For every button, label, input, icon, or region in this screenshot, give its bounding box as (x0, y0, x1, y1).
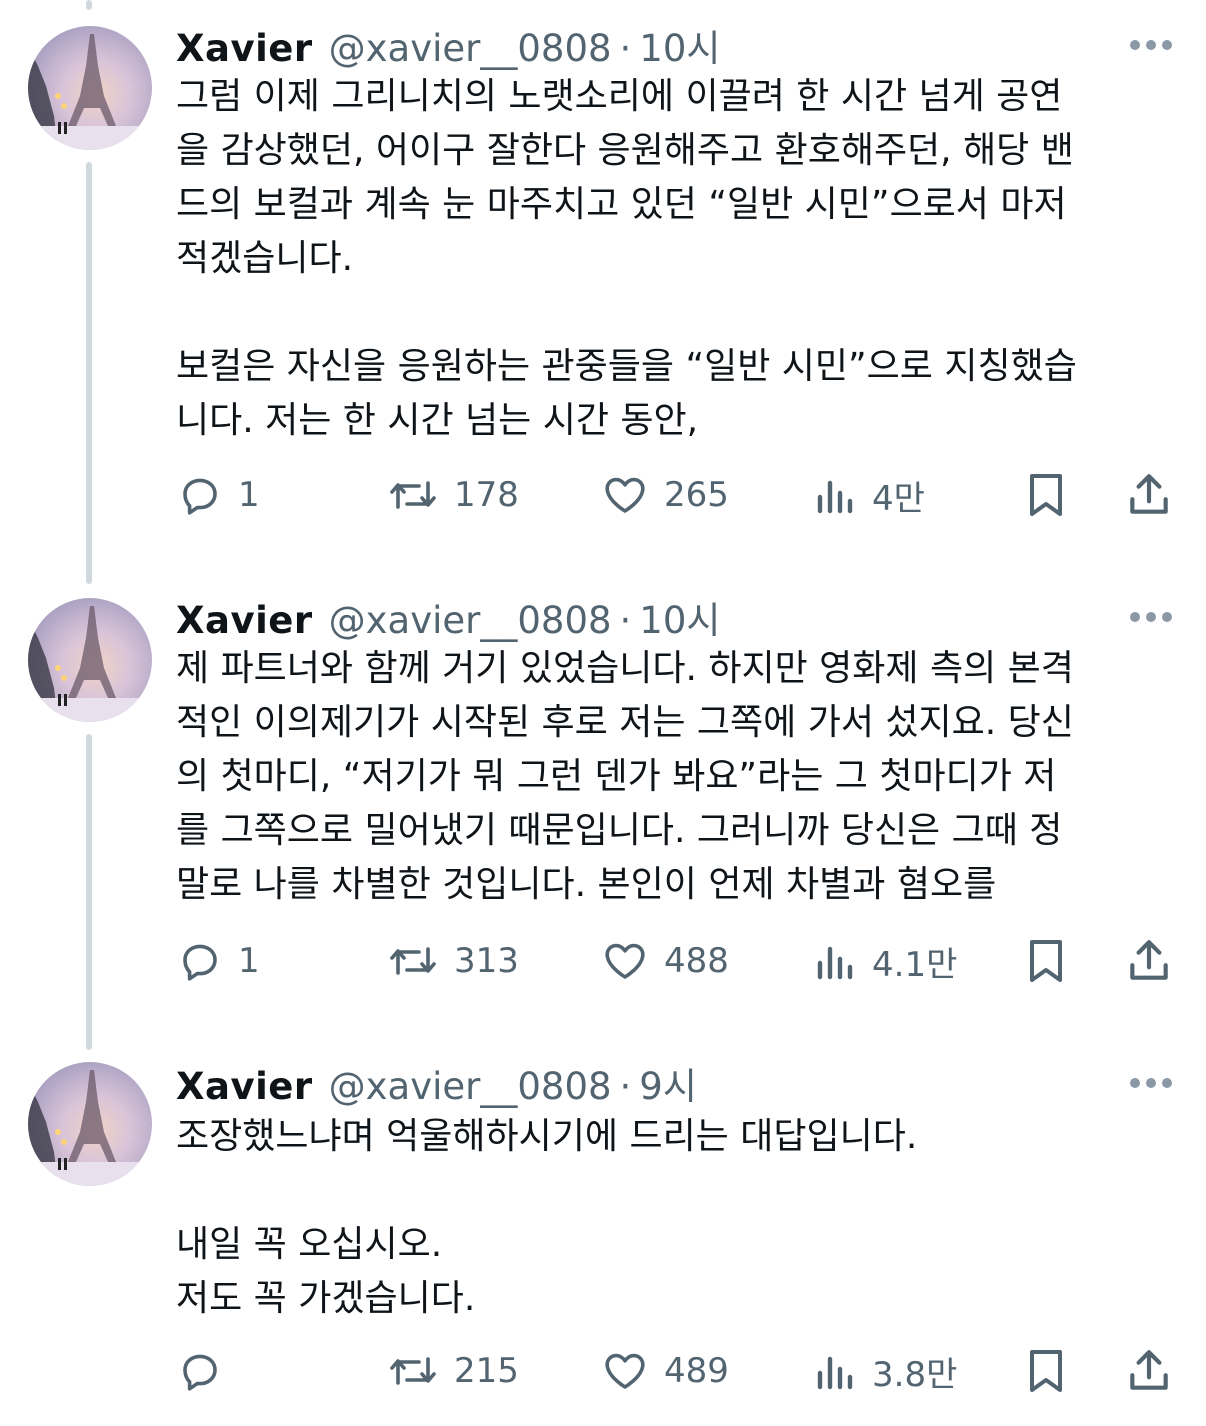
bookmark-button[interactable] (1024, 936, 1068, 986)
retweet-button[interactable]: 178 (386, 470, 519, 520)
tweet-time[interactable]: 9시 (639, 1056, 697, 1110)
views-count: 4.1만 (872, 944, 958, 985)
heart-icon (605, 943, 645, 979)
separator-dot: · (619, 27, 632, 70)
share-icon (1130, 474, 1168, 514)
share-button[interactable] (1124, 936, 1174, 986)
views-count: 4만 (872, 478, 925, 519)
separator-dot: · (619, 1065, 632, 1108)
views-button[interactable]: 3.8만 (814, 1346, 957, 1396)
tweet-header: Xavier @xavier__0808 · 10시 (176, 590, 720, 642)
tweet-text: 그럼 이제 그리니치의 노랫소리에 이끌려 한 시간 넘게 공연 을 감상했던,… (176, 76, 1077, 441)
thread-line (86, 734, 92, 1050)
views-button[interactable]: 4만 (814, 470, 925, 520)
heart-icon (605, 477, 645, 513)
retweet-icon (390, 1357, 436, 1385)
author-name[interactable]: Xavier (176, 599, 313, 642)
retweet-button[interactable]: 313 (386, 936, 519, 986)
reply-icon (183, 478, 217, 515)
heart-icon (605, 1353, 645, 1389)
author-handle[interactable]: @xavier__0808 (329, 27, 612, 70)
tweet-text: 조장했느냐며 억울해하시기에 드리는 대답입니다. 내일 꼭 오십시오. 저도 … (176, 1116, 918, 1319)
more-icon[interactable] (1130, 610, 1174, 624)
retweet-count: 313 (454, 941, 519, 981)
views-button[interactable]: 4.1만 (814, 936, 957, 986)
reply-icon (183, 944, 217, 981)
avatar[interactable] (28, 598, 152, 722)
views-count: 3.8만 (872, 1354, 958, 1395)
more-icon[interactable] (1130, 1076, 1174, 1090)
retweet-button[interactable]: 215 (386, 1346, 519, 1396)
like-button[interactable]: 489 (600, 1346, 729, 1396)
like-button[interactable]: 265 (600, 470, 729, 520)
tweet-text: 제 파트너와 함께 거기 있었습니다. 하지만 영화제 측의 본격 적인 이의제… (176, 648, 1074, 905)
reply-icon (183, 1354, 217, 1391)
more-icon[interactable] (1130, 38, 1174, 52)
like-count: 488 (664, 941, 729, 981)
retweet-count: 215 (454, 1351, 519, 1391)
tweet-actions: 1 313 488 4.1만 (0, 936, 1206, 986)
author-handle[interactable]: @xavier__0808 (329, 1065, 612, 1108)
author-name[interactable]: Xavier (176, 1065, 313, 1108)
avatar[interactable] (28, 26, 152, 150)
reply-button[interactable]: 1 (176, 470, 260, 520)
thread-line (86, 162, 92, 584)
bookmark-icon (1030, 940, 1062, 982)
thread-line (86, 0, 92, 10)
avatar[interactable] (28, 1062, 152, 1186)
retweet-count: 178 (454, 475, 519, 515)
author-name[interactable]: Xavier (176, 27, 313, 70)
reply-count: 1 (238, 941, 260, 981)
share-button[interactable] (1124, 1346, 1174, 1396)
like-count: 489 (664, 1351, 729, 1391)
tweet-time[interactable]: 10시 (639, 590, 720, 644)
reply-button[interactable]: 1 (176, 936, 260, 986)
tweet-header: Xavier @xavier__0808 · 9시 (176, 1056, 697, 1108)
bookmark-icon (1030, 474, 1062, 516)
tweet-actions: 215 489 3.8만 (0, 1346, 1206, 1396)
bookmark-button[interactable] (1024, 1346, 1068, 1396)
like-count: 265 (664, 475, 729, 515)
reply-button[interactable] (176, 1346, 238, 1396)
share-icon (1130, 1350, 1168, 1390)
like-button[interactable]: 488 (600, 936, 729, 986)
bookmark-button[interactable] (1024, 470, 1068, 520)
views-icon (817, 1356, 853, 1390)
tweet-header: Xavier @xavier__0808 · 10시 (176, 18, 720, 70)
reply-count: 1 (238, 475, 260, 515)
separator-dot: · (619, 599, 632, 642)
bookmark-icon (1030, 1350, 1062, 1392)
author-handle[interactable]: @xavier__0808 (329, 599, 612, 642)
retweet-icon (390, 947, 436, 975)
views-icon (817, 480, 853, 514)
retweet-icon (390, 481, 436, 509)
views-icon (817, 946, 853, 980)
share-button[interactable] (1124, 470, 1174, 520)
share-icon (1130, 940, 1168, 980)
tweet-time[interactable]: 10시 (639, 18, 720, 72)
tweet-actions: 1 178 265 4만 (0, 470, 1206, 520)
